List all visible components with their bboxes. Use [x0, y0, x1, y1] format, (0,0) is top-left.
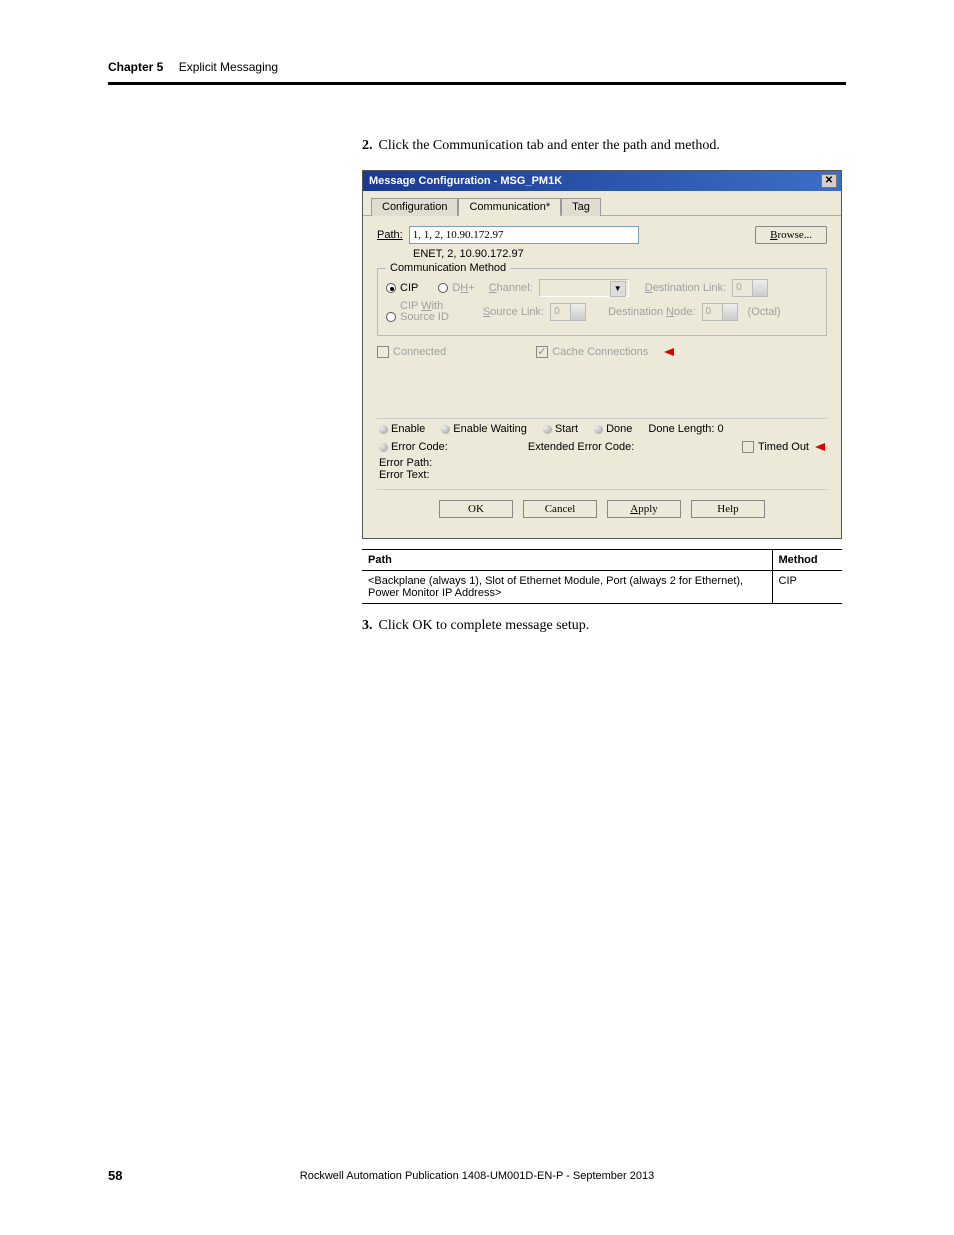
step-2-number: 2.	[362, 138, 373, 153]
dest-link-label: Destination Link:	[645, 282, 726, 294]
method-header: Method	[772, 550, 842, 571]
radio-dh[interactable]: DH+	[438, 282, 474, 294]
checkbox-icon	[742, 441, 754, 453]
path-input[interactable]	[409, 226, 639, 244]
radio-cip-with-source[interactable]: CIP WithSource ID	[386, 301, 449, 323]
error-text-label: Error Text:	[379, 469, 825, 481]
dest-node-spin: 0	[702, 303, 738, 321]
dialog-titlebar[interactable]: Message Configuration - MSG_PM1K ✕	[363, 171, 841, 191]
path-cell: <Backplane (always 1), Slot of Ethernet …	[362, 571, 772, 604]
dest-link-spin: 0	[732, 279, 768, 297]
status-enable: Enable	[379, 423, 425, 435]
close-icon[interactable]: ✕	[821, 174, 837, 188]
step-3-text: Click OK to complete message setup.	[379, 618, 590, 633]
status-done-length: Done Length: 0	[648, 423, 723, 435]
step-2: 2. Click the Communication tab and enter …	[362, 138, 846, 154]
radio-dot-icon	[438, 283, 448, 293]
running-header: Chapter 5 Explicit Messaging	[108, 60, 846, 74]
cache-checkbox[interactable]: Cache Connections	[536, 346, 648, 358]
path-resolved: ENET, 2, 10.90.172.97	[413, 248, 827, 260]
error-path-label: Error Path:	[379, 457, 825, 469]
status-enable-waiting: Enable Waiting	[441, 423, 527, 435]
header-rule	[108, 82, 846, 85]
dest-node-label: Destination Node:	[608, 306, 695, 318]
publication-info: Rockwell Automation Publication 1408-UM0…	[108, 1170, 846, 1182]
path-header: Path	[362, 550, 772, 571]
source-link-spin: 0	[550, 303, 586, 321]
status-error-code: Error Code:	[379, 441, 448, 453]
tab-tag[interactable]: Tag	[561, 198, 601, 216]
checkbox-icon	[536, 346, 548, 358]
tab-row: Configuration Communication* Tag	[363, 191, 841, 216]
chapter-label: Chapter 5	[108, 60, 163, 74]
status-start: Start	[543, 423, 578, 435]
ok-button[interactable]: OK	[439, 500, 513, 518]
step-3-number: 3.	[362, 618, 373, 633]
extended-error-label: Extended Error Code:	[528, 441, 634, 453]
dialog-title: Message Configuration - MSG_PM1K	[369, 175, 562, 187]
source-link-label: Source Link:	[483, 306, 544, 318]
browse-button[interactable]: Browse...	[755, 226, 827, 244]
cancel-button[interactable]: Cancel	[523, 500, 597, 518]
checkbox-icon	[377, 346, 389, 358]
channel-label: Channel:	[489, 282, 533, 294]
comm-method-legend: Communication Method	[386, 262, 510, 274]
led-icon	[379, 443, 388, 452]
red-arrow-icon	[664, 348, 674, 356]
path-method-table: Path Method <Backplane (always 1), Slot …	[362, 549, 842, 604]
radio-dot-icon	[386, 283, 396, 293]
radio-cip[interactable]: CIP	[386, 282, 418, 294]
step-2-text: Click the Communication tab and enter th…	[379, 138, 720, 153]
connected-checkbox[interactable]: Connected	[377, 346, 446, 358]
dialog-button-row: OK Cancel Apply Help	[377, 489, 827, 530]
method-cell: CIP	[772, 571, 842, 604]
octal-label: (Octal)	[748, 306, 781, 318]
status-row: Enable Enable Waiting Start Done Done Le…	[377, 418, 827, 439]
comm-method-group: Communication Method CIP DH+ Channel: De…	[377, 268, 827, 336]
chapter-title: Explicit Messaging	[179, 60, 278, 74]
path-label: Path:	[377, 229, 403, 241]
timed-out-checkbox[interactable]: Timed Out	[742, 441, 825, 453]
led-icon	[441, 425, 450, 434]
status-done: Done	[594, 423, 632, 435]
led-icon	[379, 425, 388, 434]
page-footer: 58 Rockwell Automation Publication 1408-…	[108, 1168, 846, 1183]
tab-configuration[interactable]: Configuration	[371, 198, 458, 216]
help-button[interactable]: Help	[691, 500, 765, 518]
channel-combo	[539, 279, 629, 297]
radio-dot-icon	[386, 312, 396, 322]
red-arrow-icon	[815, 443, 825, 451]
led-icon	[594, 425, 603, 434]
message-config-dialog: Message Configuration - MSG_PM1K ✕ Confi…	[362, 170, 842, 539]
tab-communication[interactable]: Communication*	[458, 198, 561, 216]
dialog-body: Path: Browse... ENET, 2, 10.90.172.97 Co…	[363, 216, 841, 538]
step-3: 3. Click OK to complete message setup.	[362, 618, 846, 634]
led-icon	[543, 425, 552, 434]
apply-button[interactable]: Apply	[607, 500, 681, 518]
